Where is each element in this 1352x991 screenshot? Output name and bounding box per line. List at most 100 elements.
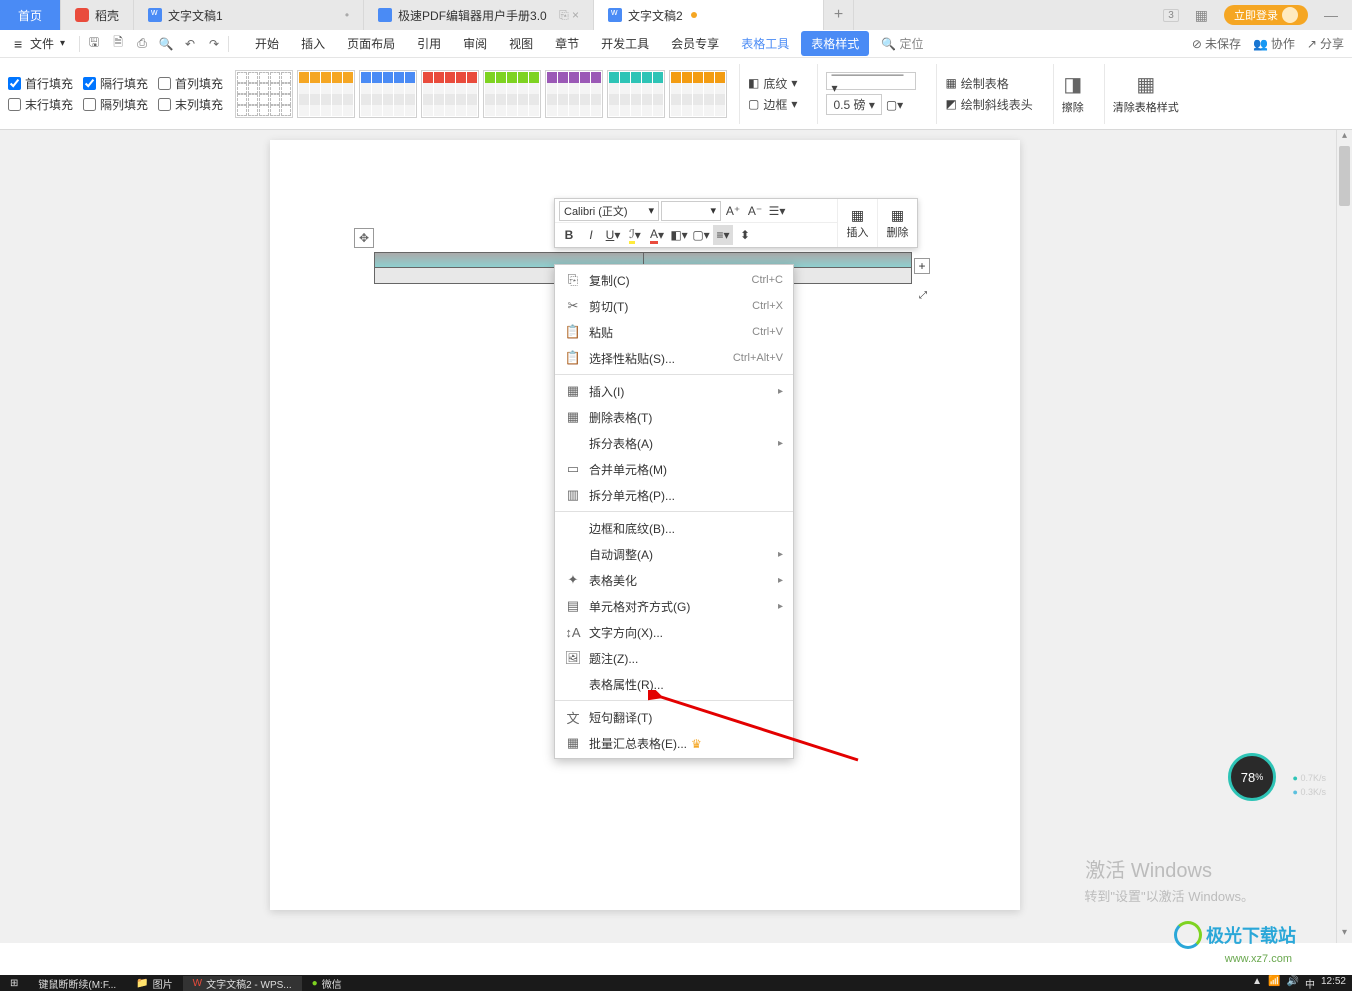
border-button[interactable]: ▢ 边框 ▾ (748, 96, 797, 113)
menu-layout[interactable]: 页面布局 (337, 31, 405, 56)
ctx-split-cells[interactable]: ▥拆分单元格(P)... (555, 482, 793, 508)
badge-count[interactable]: 3 (1163, 9, 1179, 22)
menu-locate[interactable]: 🔍 定位 (871, 31, 933, 56)
highlight-button[interactable]: ℐ▾ (625, 225, 645, 245)
mini-insert-button[interactable]: ▦插入 (837, 199, 877, 247)
line-spacing-button[interactable]: ☰▾ (767, 201, 787, 221)
menu-devtools[interactable]: 开发工具 (591, 31, 659, 56)
share-button[interactable]: ↗ 分享 (1307, 35, 1344, 52)
menu-chapter[interactable]: 章节 (545, 31, 589, 56)
ctx-cell-align[interactable]: ▤单元格对齐方式(G)▸ (555, 593, 793, 619)
table-styles-gallery[interactable] (235, 70, 727, 118)
menu-view[interactable]: 视图 (499, 31, 543, 56)
ctx-caption[interactable]: 🖼题注(Z)... (555, 645, 793, 671)
font-size-select[interactable]: ▾ (661, 201, 721, 221)
menu-insert[interactable]: 插入 (291, 31, 335, 56)
redo-icon[interactable]: ↷ (206, 36, 222, 52)
chevron-right-icon: ▸ (778, 575, 783, 586)
taskbar-app3[interactable]: W 文字文稿2 - WPS... (183, 976, 302, 991)
draw-diag-button[interactable]: ◩ 绘制斜线表头 (945, 96, 1032, 113)
align-button[interactable]: ≡▾ (713, 225, 733, 245)
ctx-auto-adjust[interactable]: 自动调整(A)▸ (555, 541, 793, 567)
menu-review[interactable]: 审阅 (453, 31, 497, 56)
unsaved-indicator[interactable]: ⊘ 未保存 (1192, 35, 1241, 52)
ctx-copy[interactable]: ⎘复制(C)Ctrl+C (555, 267, 793, 293)
chk-first-row[interactable]: 首行填充 (8, 75, 73, 92)
save2-icon[interactable]: 🗎 (110, 36, 126, 52)
underline-button[interactable]: U▾ (603, 225, 623, 245)
menu-start[interactable]: 开始 (245, 31, 289, 56)
scroll-up-icon[interactable]: ▴ (1337, 130, 1352, 146)
tab-doke[interactable]: 稻壳 (61, 0, 134, 30)
bold-button[interactable]: B (559, 225, 579, 245)
ctx-insert[interactable]: ▦插入(I)▸ (555, 378, 793, 404)
ctx-beautify[interactable]: ✦表格美化▸ (555, 567, 793, 593)
table-move-handle[interactable]: ✥ (354, 228, 374, 248)
taskbar-app2[interactable]: 📁 图片 (126, 976, 182, 991)
tab-doc1[interactable]: 文字文稿1• (134, 0, 364, 30)
ctx-text-dir[interactable]: ↕A文字方向(X)... (555, 619, 793, 645)
table-resize-handle[interactable]: ⤢ (916, 288, 930, 302)
border-mini-button[interactable]: ▢▾ (691, 225, 711, 245)
minimize-button[interactable]: — (1318, 7, 1344, 23)
clear-style-button[interactable]: ▦ 清除表格样式 (1104, 64, 1187, 124)
coop-button[interactable]: 👥 协作 (1253, 35, 1295, 52)
chk-alt-row[interactable]: 隔行填充 (83, 75, 148, 92)
font-shrink-button[interactable]: A⁻ (745, 201, 765, 221)
save-icon[interactable]: 🖫 (86, 36, 102, 52)
ctx-delete-table[interactable]: ▦删除表格(T) (555, 404, 793, 430)
ctx-split-table[interactable]: 拆分表格(A)▸ (555, 430, 793, 456)
line-weight-select[interactable]: 0.5 磅 ▾ ▢▾ (826, 94, 916, 115)
line-style-select[interactable]: —————— ▾ (826, 72, 916, 90)
menu-vip[interactable]: 会员专享 (661, 31, 729, 56)
vertical-scrollbar[interactable]: ▴ ▾ (1336, 130, 1352, 943)
menu-table-tools[interactable]: 表格工具 (731, 31, 799, 56)
merge-button[interactable]: ⬍ (735, 225, 755, 245)
taskbar-tray[interactable]: ▲📶🔊中 12:52 (1252, 976, 1352, 991)
menu-table-style[interactable]: 表格样式 (801, 31, 869, 56)
taskbar[interactable]: ⊞ 键鼠断断续(M:F... 📁 图片 W 文字文稿2 - WPS... ● 微… (0, 975, 1352, 991)
tab-pdf[interactable]: 极速PDF编辑器用户手册3.0⎘ × (364, 0, 594, 30)
eraser-button[interactable]: ◨ 擦除 (1053, 64, 1092, 124)
chk-alt-col[interactable]: 隔列填充 (83, 96, 148, 113)
shading-mini-button[interactable]: ◧▾ (669, 225, 689, 245)
ctx-paste-special[interactable]: 📋选择性粘贴(S)...Ctrl+Alt+V (555, 345, 793, 371)
font-name-select[interactable]: Calibri (正文)▾ (559, 201, 659, 221)
tab-add[interactable]: + (824, 0, 854, 30)
scroll-thumb[interactable] (1339, 146, 1350, 206)
table-add-column-handle[interactable]: + (914, 258, 930, 274)
taskbar-app4[interactable]: ● 微信 (302, 976, 352, 991)
ctx-merge-cells[interactable]: ▭合并单元格(M) (555, 456, 793, 482)
chk-last-row[interactable]: 末行填充 (8, 96, 73, 113)
chk-first-col[interactable]: 首列填充 (158, 75, 223, 92)
undo-icon[interactable]: ↶ (182, 36, 198, 52)
tab-home[interactable]: 首页 (0, 0, 61, 30)
draw-table-button[interactable]: ▦ 绘制表格 (945, 75, 1032, 92)
italic-button[interactable]: I (581, 225, 601, 245)
preview-icon[interactable]: 🔍 (158, 36, 174, 52)
ctx-batch-sum[interactable]: ▦批量汇总表格(E)...♛ (555, 730, 793, 756)
chk-last-col[interactable]: 末列填充 (158, 96, 223, 113)
print-icon[interactable]: ⎙ (134, 36, 150, 52)
menu-reference[interactable]: 引用 (407, 31, 451, 56)
login-button[interactable]: 立即登录 (1224, 5, 1308, 25)
ctx-translate[interactable]: 文短句翻译(T) (555, 704, 793, 730)
shading-button[interactable]: ◧ 底纹 ▾ (748, 75, 797, 92)
grid-icon[interactable]: ▦ (1189, 7, 1214, 24)
gauge-value: 78 (1241, 770, 1255, 785)
line-color-button[interactable]: ▢▾ (886, 98, 903, 112)
font-grow-button[interactable]: A⁺ (723, 201, 743, 221)
scroll-down-icon[interactable]: ▾ (1337, 927, 1352, 943)
font-color-button[interactable]: A▾ (647, 225, 667, 245)
mini-delete-button[interactable]: ▦删除 (877, 199, 917, 247)
ctx-paste[interactable]: 📋粘贴Ctrl+V (555, 319, 793, 345)
file-menu[interactable]: 文件 ▾ (8, 35, 71, 52)
start-button[interactable]: ⊞ (0, 978, 28, 989)
perf-gauge[interactable]: 78% (1228, 753, 1276, 801)
taskbar-app1[interactable]: 键鼠断断续(M:F... (28, 976, 126, 991)
ctx-border-shading[interactable]: 边框和底纹(B)... (555, 515, 793, 541)
tab-doc2[interactable]: 文字文稿2 (594, 0, 824, 30)
ctx-table-props[interactable]: 表格属性(R)... (555, 671, 793, 697)
ctx-cut[interactable]: ✂剪切(T)Ctrl+X (555, 293, 793, 319)
login-label: 立即登录 (1234, 7, 1278, 23)
